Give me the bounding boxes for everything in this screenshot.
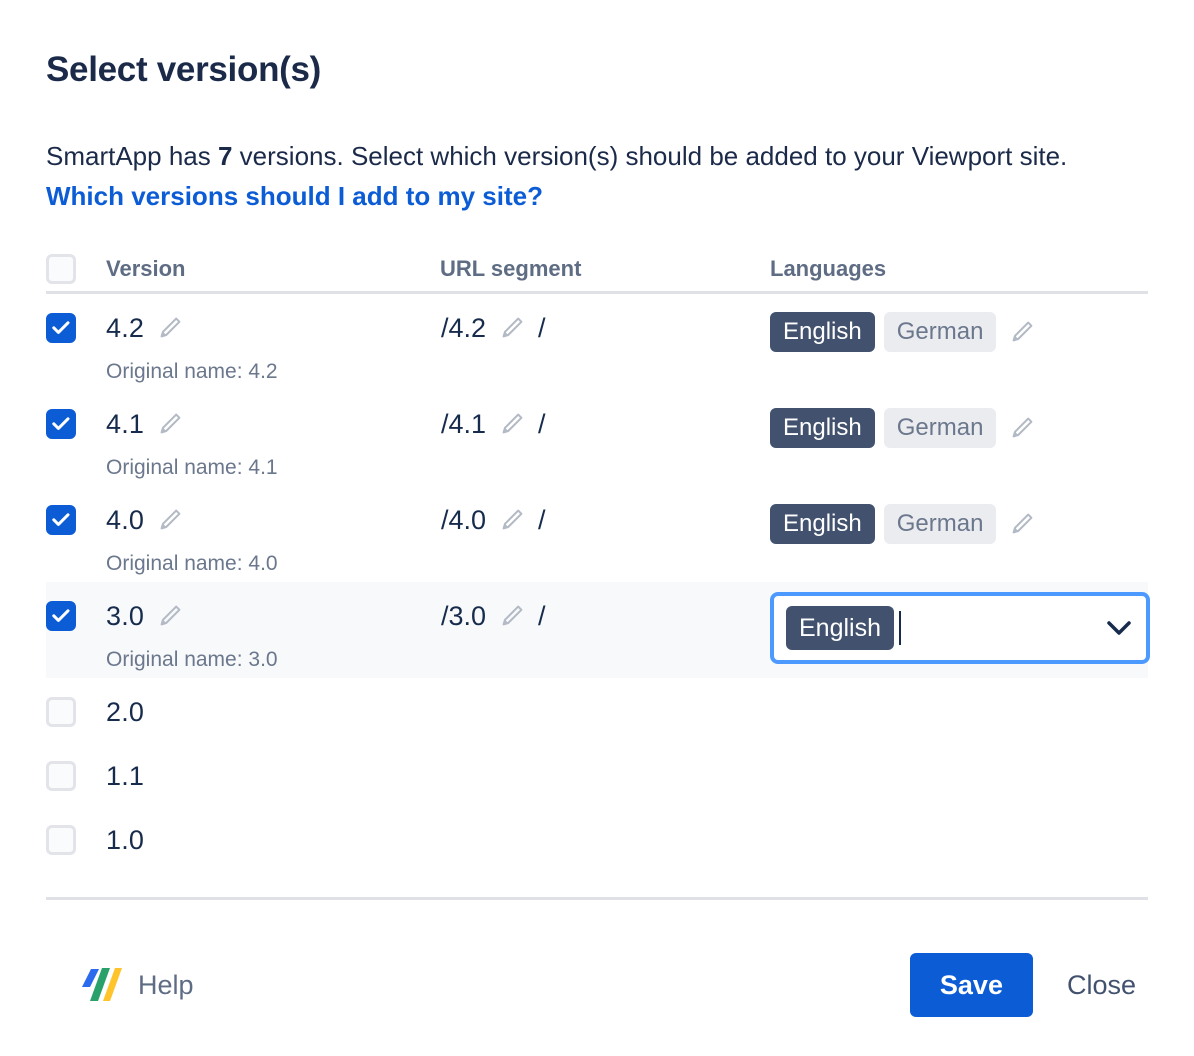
row-checkbox-4.1[interactable] <box>46 409 76 439</box>
row-checkbox-4.0[interactable] <box>46 505 76 535</box>
url-segment-cell: /3.0 / <box>440 596 770 636</box>
version-count: 7 <box>218 141 232 171</box>
url-trailing-slash: / <box>538 312 546 344</box>
languages-cell: EnglishGerman <box>770 308 1148 352</box>
version-label: 4.0 <box>106 504 144 536</box>
version-cell: 4.0 Original name: 4.0 <box>106 500 440 578</box>
dialog-description: SmartApp has 7 versions. Select which ve… <box>46 92 1141 216</box>
url-trailing-slash: / <box>538 600 546 632</box>
text-cursor <box>899 611 901 645</box>
edit-languages-pencil-icon[interactable] <box>1009 415 1035 441</box>
version-label: 2.0 <box>106 696 144 728</box>
edit-version-pencil-icon[interactable] <box>157 507 183 533</box>
row-select-cell <box>46 500 106 540</box>
url-segment-label: /3.0 <box>440 600 486 632</box>
language-tag: English <box>770 504 875 544</box>
table-row: 1.1 <box>46 742 1148 806</box>
versions-table: Version URL segment Languages 4.2 Origina… <box>46 250 1148 870</box>
row-select-cell <box>46 820 106 860</box>
row-checkbox-1.0[interactable] <box>46 825 76 855</box>
original-name-label: Original name: 3.0 <box>106 636 440 674</box>
url-trailing-slash: / <box>538 504 546 536</box>
url-segment-label: /4.2 <box>440 312 486 344</box>
description-prefix: SmartApp has <box>46 141 218 171</box>
row-checkbox-3.0[interactable] <box>46 601 76 631</box>
row-checkbox-1.1[interactable] <box>46 761 76 791</box>
table-row: 2.0 <box>46 678 1148 742</box>
edit-languages-pencil-icon[interactable] <box>1009 511 1035 537</box>
edit-version-pencil-icon[interactable] <box>157 411 183 437</box>
language-tag: English <box>770 408 875 448</box>
save-button[interactable]: Save <box>910 953 1033 1017</box>
edit-languages-pencil-icon[interactable] <box>1009 319 1035 345</box>
version-cell: 4.2 Original name: 4.2 <box>106 308 440 386</box>
table-row: 3.0 Original name: 3.0/3.0 / English <box>46 582 1148 678</box>
footer-actions: Save Close <box>910 953 1148 1017</box>
footer-divider <box>46 897 1148 900</box>
languages-cell: EnglishGerman <box>770 404 1148 448</box>
chevron-down-icon[interactable] <box>1104 618 1134 638</box>
languages-cell: English <box>770 596 1150 664</box>
edit-url-segment-pencil-icon[interactable] <box>499 315 525 341</box>
edit-url-segment-pencil-icon[interactable] <box>499 507 525 533</box>
edit-url-segment-pencil-icon[interactable] <box>499 603 525 629</box>
version-cell: 1.0 <box>106 820 440 860</box>
language-tag: German <box>884 312 997 352</box>
url-trailing-slash: / <box>538 408 546 440</box>
language-tag: English <box>770 312 875 352</box>
table-row: 4.2 Original name: 4.2/4.2 / EnglishGerman <box>46 294 1148 390</box>
description-middle: versions. Select which version(s) should… <box>232 141 1067 171</box>
table-row: 1.0 <box>46 806 1148 870</box>
url-segment-cell: /4.1 / <box>440 404 770 444</box>
column-header-url-segment: URL segment <box>440 256 770 282</box>
version-cell: 2.0 <box>106 692 440 732</box>
dialog-footer: Help Save Close <box>46 940 1148 1030</box>
row-checkbox-2.0[interactable] <box>46 697 76 727</box>
help-logo-icon <box>72 961 124 1009</box>
table-body: 4.2Original name: 4.2/4.2/EnglishGerman4… <box>46 294 1148 870</box>
url-segment-cell: /4.2 / <box>440 308 770 348</box>
column-header-languages: Languages <box>770 256 1148 282</box>
languages-cell: EnglishGerman <box>770 500 1148 544</box>
row-select-cell <box>46 404 106 444</box>
select-all-cell <box>46 249 106 289</box>
languages-multiselect[interactable]: English <box>770 592 1150 664</box>
page-title: Select version(s) <box>46 0 1148 92</box>
help-button[interactable]: Help <box>72 961 194 1009</box>
edit-version-pencil-icon[interactable] <box>157 315 183 341</box>
close-button[interactable]: Close <box>1055 953 1148 1017</box>
table-header-row: Version URL segment Languages <box>46 250 1148 294</box>
language-tag[interactable]: English <box>786 606 894 650</box>
url-segment-label: /4.0 <box>440 504 486 536</box>
version-label: 3.0 <box>106 600 144 632</box>
edit-url-segment-pencil-icon[interactable] <box>499 411 525 437</box>
row-select-cell <box>46 596 106 636</box>
version-cell: 4.1 Original name: 4.1 <box>106 404 440 482</box>
version-label: 1.0 <box>106 824 144 856</box>
select-all-checkbox[interactable] <box>46 254 76 284</box>
column-header-version: Version <box>106 256 440 282</box>
row-select-cell <box>46 308 106 348</box>
version-label: 4.2 <box>106 312 144 344</box>
url-segment-cell: /4.0 / <box>440 500 770 540</box>
table-row: 4.0 Original name: 4.0/4.0 / EnglishGerman <box>46 486 1148 582</box>
select-versions-dialog: Select version(s) SmartApp has 7 version… <box>0 0 1194 1056</box>
version-cell: 1.1 <box>106 756 440 796</box>
language-tag: German <box>884 504 997 544</box>
row-checkbox-4.2[interactable] <box>46 313 76 343</box>
edit-version-pencil-icon[interactable] <box>157 603 183 629</box>
version-cell: 3.0 Original name: 3.0 <box>106 596 440 674</box>
original-name-label: Original name: 4.0 <box>106 540 440 578</box>
original-name-label: Original name: 4.1 <box>106 444 440 482</box>
table-row: 4.1 Original name: 4.1/4.1 / EnglishGerman <box>46 390 1148 486</box>
version-label: 1.1 <box>106 760 144 792</box>
help-label: Help <box>138 970 194 1001</box>
row-select-cell <box>46 756 106 796</box>
row-select-cell <box>46 692 106 732</box>
language-tag: German <box>884 408 997 448</box>
original-name-label: Original name: 4.2 <box>106 348 440 386</box>
which-versions-help-link[interactable]: Which versions should I add to my site? <box>46 181 543 211</box>
version-label: 4.1 <box>106 408 144 440</box>
url-segment-label: /4.1 <box>440 408 486 440</box>
